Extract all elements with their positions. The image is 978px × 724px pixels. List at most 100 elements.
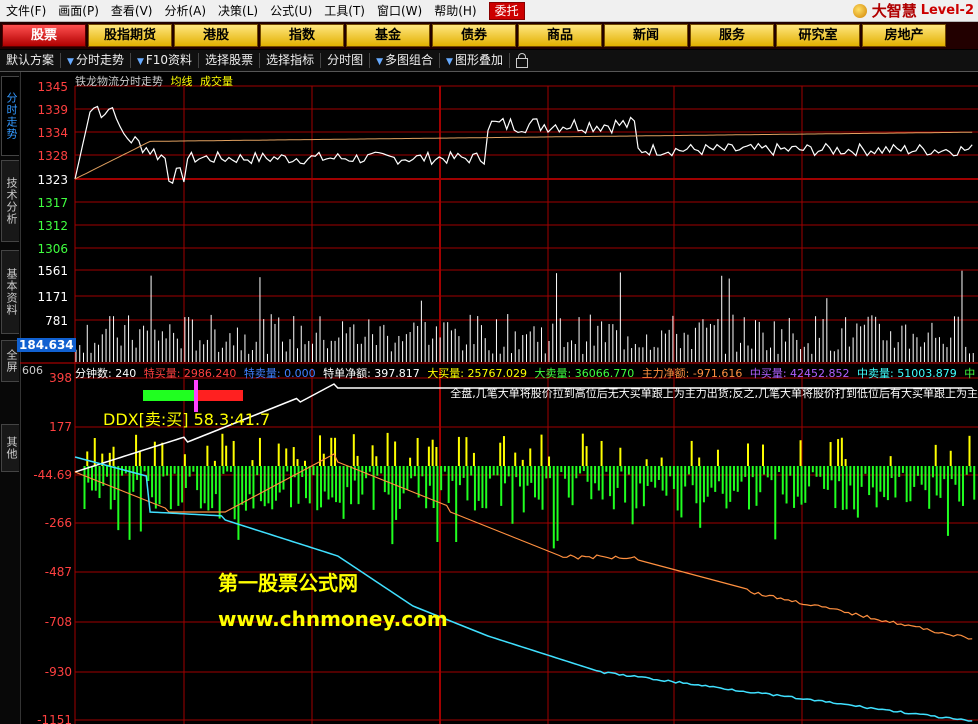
nav-tab-commodities[interactable]: 商品 (518, 24, 602, 47)
ratio-sell-segment (143, 390, 195, 401)
nav-tab-research[interactable]: 研究室 (776, 24, 860, 47)
menu-file[interactable]: 文件(F) (0, 2, 52, 19)
menu-help[interactable]: 帮助(H) (428, 2, 482, 19)
ddx-axis-label: -487 (45, 565, 72, 579)
price-axis-label: 1345 (37, 80, 68, 94)
side-tab-other[interactable]: 其他 (1, 424, 19, 472)
dropdown-arrow-icon[interactable]: ▼ (376, 57, 383, 67)
price-axis-label: 1317 (37, 196, 68, 210)
nav-tab-index[interactable]: 指数 (260, 24, 344, 47)
menu-bar: 文件(F) 画面(P) 查看(V) 分析(A) 决策(L) 公式(U) 工具(T… (0, 0, 978, 22)
volume-axis-label: 1561 (37, 264, 68, 278)
watermark-url: www.chnmoney.com (218, 607, 448, 631)
nav-tab-services[interactable]: 服务 (690, 24, 774, 47)
toolbar-chart-type[interactable]: 分时图 (321, 53, 371, 68)
price-axis-label: 1323 (37, 173, 68, 187)
stock-info: 铁龙物流分时走势 均线 成交量 (75, 73, 233, 89)
toolbar-default-scheme-label: 默认方案 (6, 53, 55, 67)
toolbar-f10-label: F10资料 (145, 53, 193, 67)
toolbar-multi-chart-label: 多图组合 (385, 53, 434, 67)
menu-formula[interactable]: 公式(U) (264, 2, 318, 19)
ddx-axis-label: 398 (49, 371, 72, 385)
brand-logo: 大智慧 Level-2 (852, 0, 978, 21)
menu-view-screen[interactable]: 画面(P) (52, 2, 105, 19)
price-axis-label: 1334 (37, 126, 68, 140)
side-tab-fundamentals[interactable]: 基本资料 (1, 250, 19, 334)
toolbar-overlay[interactable]: ▼ 图形叠加 (440, 53, 510, 68)
category-nav-bar: 股票 股指期货 港股 指数 基金 债券 商品 新闻 服务 研究室 房地产 (0, 22, 978, 49)
ddx-commentary: 全盘,几笔大单将股价拉到高位后无大买单跟上为主力出货;反之,几笔大单将股价打到低… (450, 387, 978, 400)
brand-logo-icon (852, 3, 867, 18)
nav-tab-hk-stocks[interactable]: 港股 (174, 24, 258, 47)
dropdown-arrow-icon[interactable]: ▼ (137, 57, 144, 67)
toolbar-default-scheme[interactable]: 默认方案 (0, 53, 62, 68)
stat-large-sell: 大卖量: 36066.770 (534, 367, 635, 380)
price-axis-label: 1328 (37, 149, 68, 163)
dropdown-arrow-icon[interactable]: ▼ (67, 57, 74, 67)
toolbar-overlay-label: 图形叠加 (454, 53, 503, 67)
price-axis-label: 1306 (37, 242, 68, 256)
stat-mid-buy: 中买量: 42452.852 (749, 367, 850, 380)
ddx-axis-label: 177 (49, 420, 72, 434)
volume-current-value: 184.634 (17, 338, 76, 352)
ddx-stats-line: 分钟数: 240 特买量: 2986.240 特卖量: 0.000 特单净额: … (75, 365, 978, 381)
nav-tab-bonds[interactable]: 债券 (432, 24, 516, 47)
watermark-title: 第一股票公式网 (218, 571, 358, 595)
ddx-bars (83, 432, 976, 549)
side-tab-bar: 分时走势 技术分析 基本资料 全屏 其他 (0, 72, 21, 724)
brand-name: 大智慧 (871, 2, 917, 20)
ddx-axis-label: -266 (45, 516, 72, 530)
stat-special-buy: 特买量: 2986.240 (143, 367, 237, 380)
toolbar-f10[interactable]: ▼ F10资料 (131, 53, 200, 68)
nav-tab-index-futures[interactable]: 股指期货 (88, 24, 172, 47)
menu-view[interactable]: 查看(V) (105, 2, 159, 19)
stat-main-net: 主力净额: -971.616 (641, 367, 743, 380)
menu-window[interactable]: 窗口(W) (371, 2, 428, 19)
chart-grid (20, 85, 978, 724)
menu-decision[interactable]: 决策(L) (212, 2, 264, 19)
stock-title: 铁龙物流分时走势 (75, 75, 163, 88)
price-axis-label: 1339 (37, 103, 68, 117)
volume-axis-label: 781 (45, 314, 68, 328)
lock-icon[interactable] (515, 52, 528, 68)
side-tab-technical[interactable]: 技术分析 (1, 160, 19, 242)
ddx-axis-label: -1151 (37, 713, 72, 724)
menu-analysis[interactable]: 分析(A) (158, 2, 212, 19)
toolbar-multi-chart[interactable]: ▼ 多图组合 (370, 53, 441, 68)
stat-large-buy: 大买量: 25767.029 (427, 367, 527, 380)
volume-current-value-2: 606 (22, 364, 43, 377)
brand-level: Level-2 (920, 3, 974, 18)
toolbar-select-stock-label: 选择股票 (205, 53, 254, 67)
ddx-axis-label: -708 (45, 615, 72, 629)
toolbar-chart-type-label: 分时图 (327, 53, 364, 67)
average-line (74, 131, 973, 180)
ddx-axis-label: -930 (45, 665, 72, 679)
toolbar-select-stock[interactable]: 选择股票 (199, 53, 261, 68)
toolbar: 默认方案 ▼ 分时走势 ▼ F10资料 选择股票 选择指标 分时图 ▼ 多图组合 ▼ 图… (0, 50, 978, 72)
trust-button[interactable]: 委托 (488, 1, 525, 20)
nav-tab-real-estate[interactable]: 房地产 (862, 24, 946, 47)
stat-extra: 中 (964, 367, 976, 380)
stat-mid-sell: 中卖量: 51003.879 (857, 367, 957, 380)
ratio-buy-segment (195, 390, 243, 401)
intraday-chart-area[interactable]: 1345 1339 1334 1328 1323 1317 1312 1306 1561 1171… (17, 72, 978, 724)
ddx-ratio-label: DDX[卖:买] 58.3:41.7 (103, 410, 271, 429)
volume-legend: 成交量 (200, 75, 233, 88)
volume-bars (75, 270, 974, 362)
ma-legend: 均线 (170, 75, 193, 88)
toolbar-select-indicator[interactable]: 选择指标 (260, 53, 322, 68)
side-tab-intraday[interactable]: 分时走势 (1, 76, 19, 156)
stat-special-net: 特单净额: 397.817 (323, 367, 420, 380)
nav-tab-funds[interactable]: 基金 (346, 24, 430, 47)
menu-tools[interactable]: 工具(T) (318, 2, 371, 19)
toolbar-intraday[interactable]: ▼ 分时走势 (61, 53, 131, 68)
toolbar-select-indicator-label: 选择指标 (266, 53, 315, 67)
nav-tab-news[interactable]: 新闻 (604, 24, 688, 47)
stat-special-sell: 特卖量: 0.000 (243, 367, 316, 380)
toolbar-intraday-label: 分时走势 (75, 53, 124, 67)
stat-minutes: 分钟数: 240 (75, 367, 137, 380)
price-axis-label: 1312 (37, 219, 68, 233)
dropdown-arrow-icon[interactable]: ▼ (446, 57, 453, 67)
chart-axis-labels: 1345 1339 1334 1328 1323 1317 1312 1306 1561 1171… (33, 80, 72, 724)
nav-tab-stocks[interactable]: 股票 (2, 24, 86, 47)
